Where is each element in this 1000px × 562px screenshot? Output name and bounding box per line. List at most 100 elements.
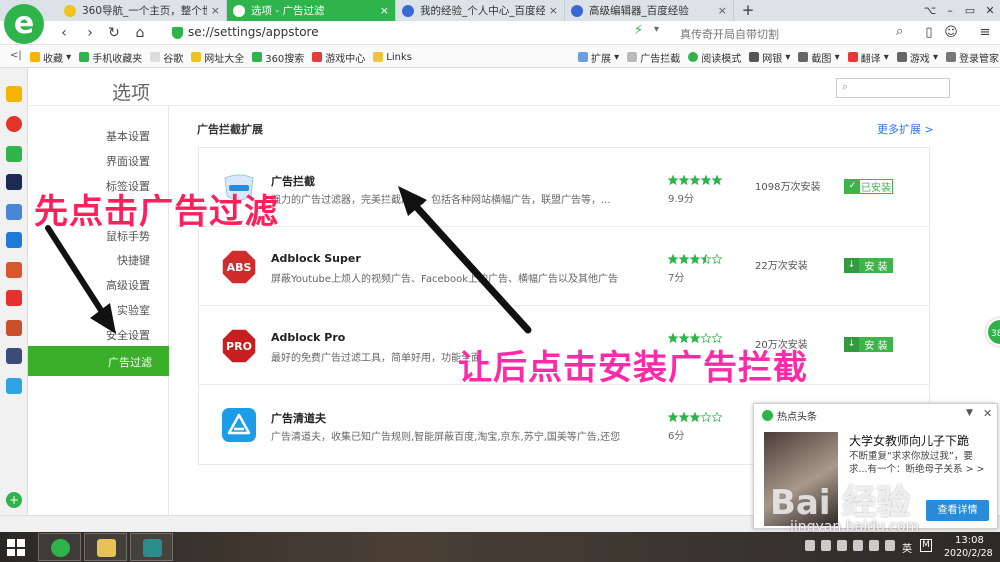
flag-icon[interactable] xyxy=(885,540,895,551)
tab-close-icon[interactable]: × xyxy=(211,4,220,17)
browser-logo-icon[interactable]: e xyxy=(4,4,44,44)
mail-icon[interactable] xyxy=(6,146,22,162)
notes-icon[interactable] xyxy=(6,204,22,220)
bookmark-360-search[interactable]: 360搜索 xyxy=(252,50,304,65)
tray-up-icon[interactable] xyxy=(805,540,815,551)
chevron-down-icon[interactable]: ▼ xyxy=(966,408,973,418)
tab-settings[interactable]: 选项 - 广告过滤 × xyxy=(227,0,396,21)
toolbar-screenshot[interactable]: 截图 ▾ xyxy=(798,50,840,65)
bookmark-favorites[interactable]: 收藏 ▾ xyxy=(30,50,71,65)
wifi-icon[interactable] xyxy=(869,540,879,551)
tab-baidu-editor[interactable]: 高级编辑器_百度经验 × xyxy=(565,0,734,21)
toolbar-translate[interactable]: 翻译 ▾ xyxy=(847,50,889,65)
tab-close-icon[interactable]: × xyxy=(549,4,558,17)
toolbar-reader-mode[interactable]: 阅读模式 xyxy=(688,50,741,65)
settings-search-input[interactable]: ⌕ xyxy=(836,78,950,98)
news-popup-title: 热点头条 xyxy=(777,412,817,423)
cloud-icon[interactable] xyxy=(6,232,22,248)
game-icon xyxy=(312,52,323,62)
weibo-icon[interactable] xyxy=(6,116,22,132)
address-bar[interactable]: se://settings/appstore xyxy=(164,23,660,43)
refresh-icon[interactable]: ↻ xyxy=(104,23,124,43)
settings-nav: 基本设置 界面设置 标签设置 鼠标手势 快捷键 高级设置 实验室 安全设置 广告… xyxy=(28,106,169,516)
toolbar-login-manager[interactable]: 登录管家 xyxy=(946,50,999,65)
sidebar-toggle-icon[interactable]: <| xyxy=(10,50,22,61)
nav-item-basic[interactable]: 基本设置 xyxy=(106,128,150,144)
editor-app-icon xyxy=(143,539,162,557)
game-app-icon[interactable] xyxy=(6,320,22,336)
extension-row: ABS Adblock Super 屏蔽Youtube上烦人的视频广告、Face… xyxy=(199,227,929,306)
url-text[interactable]: se://settings/appstore xyxy=(188,25,319,39)
installed-button[interactable]: ✓ 已安装 xyxy=(844,179,893,194)
favorites-star-icon[interactable] xyxy=(6,86,22,102)
taskbar-explorer[interactable] xyxy=(84,533,127,561)
network-icon[interactable] xyxy=(821,540,831,551)
search-box[interactable]: 真传奇开局自带切割 ⌕ xyxy=(668,23,918,43)
more-extensions-link[interactable]: 更多扩展 > xyxy=(877,121,934,137)
toolbar-online-bank[interactable]: 网银 ▾ xyxy=(749,50,790,65)
bookmark-game-center[interactable]: 游戏中心 xyxy=(312,50,365,65)
nav-item-adfilter[interactable]: 广告过滤 xyxy=(28,346,169,376)
clock-date[interactable]: 2020/2/28 xyxy=(944,548,993,559)
chevron-down-icon[interactable]: ▾ xyxy=(654,24,659,35)
adblock-icon xyxy=(627,52,638,62)
video-app-icon[interactable] xyxy=(6,378,22,394)
search-icon[interactable]: ⌕ xyxy=(896,24,903,39)
tab-close-icon[interactable]: × xyxy=(718,4,727,17)
toolbar-adblock[interactable]: 广告拦截 xyxy=(627,50,680,65)
minimize-button[interactable]: – xyxy=(940,0,960,21)
shopping-icon[interactable] xyxy=(6,290,22,306)
home-icon[interactable]: ⌂ xyxy=(130,23,150,43)
nav-item-shortcuts[interactable]: 快捷键 xyxy=(117,252,150,268)
nav-item-interface[interactable]: 界面设置 xyxy=(106,153,150,169)
search-placeholder[interactable]: 真传奇开局自带切割 xyxy=(680,26,779,42)
phone-icon xyxy=(79,52,90,62)
clock-time[interactable]: 13:08 xyxy=(955,535,984,546)
battery-icon[interactable] xyxy=(837,540,847,551)
toolbar-extensions[interactable]: 扩展 ▾ xyxy=(578,50,619,65)
add-app-icon[interactable]: + xyxy=(6,492,22,508)
star-icon xyxy=(712,254,722,264)
phone-icon[interactable]: ▯ xyxy=(920,23,938,43)
bookmark-site-directory[interactable]: 网址大全 xyxy=(191,50,244,65)
tab-360-nav[interactable]: 360导航_一个主页，整个世界 × xyxy=(58,0,227,21)
tab-baidu-profile[interactable]: 我的经验_个人中心_百度经验 × xyxy=(396,0,565,21)
skin-icon[interactable]: ⌥ xyxy=(920,0,940,21)
nav-item-advanced[interactable]: 高级设置 xyxy=(106,277,150,293)
game-app-icon[interactable] xyxy=(6,348,22,364)
install-button[interactable]: ↓ 安 装 xyxy=(844,337,893,352)
nav-item-security[interactable]: 安全设置 xyxy=(106,327,150,343)
ime-mode[interactable]: M xyxy=(920,539,932,552)
bookmark-mobile[interactable]: 手机收藏夹 xyxy=(79,50,142,65)
annotation-step1: 先点击广告过滤 xyxy=(34,192,279,232)
taskbar: 英 M 13:08 2020/2/28 xyxy=(0,532,1000,562)
back-button[interactable]: ‹ xyxy=(54,23,74,43)
install-count: 22万次安装 xyxy=(755,261,808,272)
ime-language[interactable]: 英 xyxy=(902,540,912,555)
news-app-icon[interactable] xyxy=(6,174,22,190)
windows-start-icon[interactable] xyxy=(7,539,25,556)
tab-close-icon[interactable]: × xyxy=(380,4,389,17)
user-icon[interactable]: ☺ xyxy=(942,23,960,43)
nav-item-lab[interactable]: 实验室 xyxy=(117,302,150,318)
new-tab-button[interactable]: + xyxy=(738,0,758,21)
menu-icon[interactable]: ≡ xyxy=(976,23,994,43)
speed-mode-icon[interactable]: ⚡ xyxy=(634,23,643,38)
bookmark-google[interactable]: 谷歌 xyxy=(150,50,183,65)
volume-icon[interactable] xyxy=(853,540,863,551)
toolbar-games[interactable]: 游戏 ▾ xyxy=(896,50,938,65)
close-icon[interactable]: ✕ xyxy=(983,407,992,420)
view-details-button[interactable]: 查看详情 xyxy=(926,500,989,521)
star-icon xyxy=(668,175,678,185)
news-headline[interactable]: 大学女教师向儿子下跪 xyxy=(849,432,969,449)
extension-name: 广告清道夫 xyxy=(271,412,326,425)
taskbar-editor[interactable] xyxy=(130,533,173,561)
game-app-icon[interactable] xyxy=(6,262,22,278)
taskbar-browser[interactable] xyxy=(38,533,81,561)
maximize-button[interactable]: ▭ xyxy=(960,0,980,21)
search-icon: ⌕ xyxy=(842,80,849,93)
forward-button[interactable]: › xyxy=(80,23,100,43)
bookmark-links[interactable]: Links xyxy=(373,52,412,63)
install-button[interactable]: ↓ 安 装 xyxy=(844,258,893,273)
close-window-button[interactable]: ✕ xyxy=(980,0,1000,21)
